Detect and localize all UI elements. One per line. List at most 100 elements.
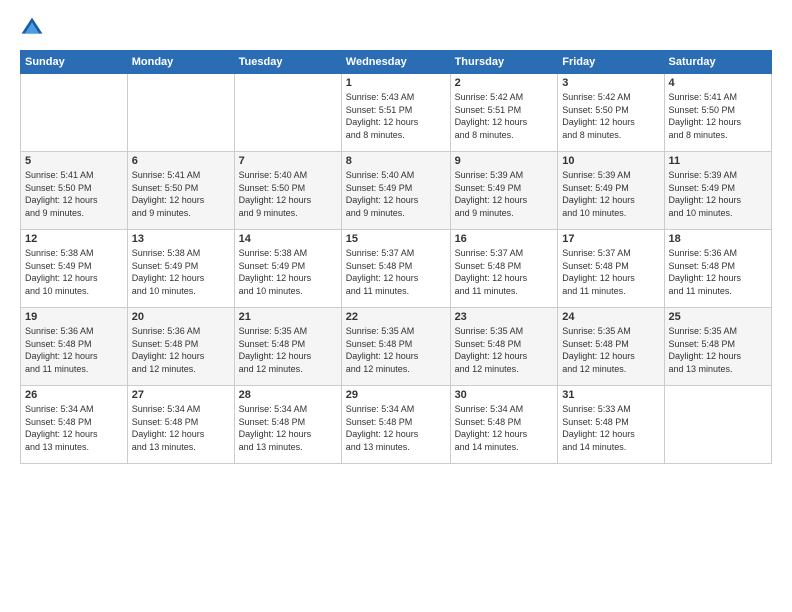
day-number: 14 — [239, 233, 337, 245]
calendar-cell: 1 Sunrise: 5:43 AM Sunset: 5:51 PM Daylig… — [341, 74, 450, 152]
day-info: Sunrise: 5:41 AM Sunset: 5:50 PM Dayligh… — [132, 169, 230, 219]
day-info: Sunrise: 5:37 AM Sunset: 5:48 PM Dayligh… — [455, 247, 554, 297]
logo-icon — [20, 16, 44, 40]
day-info: Sunrise: 5:42 AM Sunset: 5:50 PM Dayligh… — [562, 91, 659, 141]
day-info: Sunrise: 5:38 AM Sunset: 5:49 PM Dayligh… — [239, 247, 337, 297]
day-number: 2 — [455, 77, 554, 89]
day-info: Sunrise: 5:40 AM Sunset: 5:49 PM Dayligh… — [346, 169, 446, 219]
week-row-1: 5 Sunrise: 5:41 AM Sunset: 5:50 PM Daylig… — [21, 152, 772, 230]
day-number: 22 — [346, 311, 446, 323]
calendar-cell: 26Sunrise: 5:34 AM Sunset: 5:48 PM Dayli… — [21, 386, 128, 464]
calendar-cell: 18Sunrise: 5:36 AM Sunset: 5:48 PM Dayli… — [664, 230, 771, 308]
header — [20, 16, 772, 40]
calendar-cell: 8 Sunrise: 5:40 AM Sunset: 5:49 PM Daylig… — [341, 152, 450, 230]
day-info: Sunrise: 5:36 AM Sunset: 5:48 PM Dayligh… — [25, 325, 123, 375]
calendar-cell — [664, 386, 771, 464]
day-info: Sunrise: 5:38 AM Sunset: 5:49 PM Dayligh… — [25, 247, 123, 297]
day-number: 3 — [562, 77, 659, 89]
day-number: 23 — [455, 311, 554, 323]
calendar-cell: 19 Sunrise: 5:36 AM Sunset: 5:48 PM Dayli… — [21, 308, 128, 386]
day-number: 9 — [455, 155, 554, 167]
day-number: 11 — [669, 155, 767, 167]
calendar-cell: 25Sunrise: 5:35 AM Sunset: 5:48 PM Dayli… — [664, 308, 771, 386]
calendar-cell: 17 Sunrise: 5:37 AM Sunset: 5:48 PM Dayli… — [558, 230, 664, 308]
day-header-sunday: Sunday — [21, 51, 128, 74]
day-info: Sunrise: 5:38 AM Sunset: 5:49 PM Dayligh… — [132, 247, 230, 297]
day-number: 20 — [132, 311, 230, 323]
day-info: Sunrise: 5:39 AM Sunset: 5:49 PM Dayligh… — [455, 169, 554, 219]
day-number: 28 — [239, 389, 337, 401]
calendar-cell: 13Sunrise: 5:38 AM Sunset: 5:49 PM Dayli… — [127, 230, 234, 308]
day-number: 16 — [455, 233, 554, 245]
calendar-cell: 9 Sunrise: 5:39 AM Sunset: 5:49 PM Daylig… — [450, 152, 558, 230]
calendar-cell: 24Sunrise: 5:35 AM Sunset: 5:48 PM Dayli… — [558, 308, 664, 386]
day-info: Sunrise: 5:34 AM Sunset: 5:48 PM Dayligh… — [455, 403, 554, 453]
day-number: 24 — [562, 311, 659, 323]
calendar-cell — [127, 74, 234, 152]
day-info: Sunrise: 5:39 AM Sunset: 5:49 PM Dayligh… — [669, 169, 767, 219]
day-info: Sunrise: 5:36 AM Sunset: 5:48 PM Dayligh… — [132, 325, 230, 375]
day-number: 19 — [25, 311, 123, 323]
calendar-cell: 10 Sunrise: 5:39 AM Sunset: 5:49 PM Dayli… — [558, 152, 664, 230]
calendar-cell — [21, 74, 128, 152]
calendar-cell: 2 Sunrise: 5:42 AM Sunset: 5:51 PM Daylig… — [450, 74, 558, 152]
calendar-cell: 14 Sunrise: 5:38 AM Sunset: 5:49 PM Dayli… — [234, 230, 341, 308]
day-number: 15 — [346, 233, 446, 245]
day-info: Sunrise: 5:39 AM Sunset: 5:49 PM Dayligh… — [562, 169, 659, 219]
day-header-friday: Friday — [558, 51, 664, 74]
day-number: 31 — [562, 389, 659, 401]
day-number: 29 — [346, 389, 446, 401]
calendar-cell: 27Sunrise: 5:34 AM Sunset: 5:48 PM Dayli… — [127, 386, 234, 464]
day-header-wednesday: Wednesday — [341, 51, 450, 74]
calendar-cell: 31 Sunrise: 5:33 AM Sunset: 5:48 PM Dayli… — [558, 386, 664, 464]
day-number: 7 — [239, 155, 337, 167]
calendar-cell: 21 Sunrise: 5:35 AM Sunset: 5:48 PM Dayli… — [234, 308, 341, 386]
calendar: SundayMondayTuesdayWednesdayThursdayFrid… — [20, 50, 772, 464]
calendar-cell: 5 Sunrise: 5:41 AM Sunset: 5:50 PM Daylig… — [21, 152, 128, 230]
calendar-cell: 6 Sunrise: 5:41 AM Sunset: 5:50 PM Daylig… — [127, 152, 234, 230]
day-info: Sunrise: 5:35 AM Sunset: 5:48 PM Dayligh… — [346, 325, 446, 375]
day-info: Sunrise: 5:35 AM Sunset: 5:48 PM Dayligh… — [669, 325, 767, 375]
week-row-2: 12 Sunrise: 5:38 AM Sunset: 5:49 PM Dayli… — [21, 230, 772, 308]
day-header-monday: Monday — [127, 51, 234, 74]
calendar-cell: 30 Sunrise: 5:34 AM Sunset: 5:48 PM Dayli… — [450, 386, 558, 464]
day-number: 1 — [346, 77, 446, 89]
day-number: 18 — [669, 233, 767, 245]
calendar-cell: 16 Sunrise: 5:37 AM Sunset: 5:48 PM Dayli… — [450, 230, 558, 308]
day-number: 21 — [239, 311, 337, 323]
day-header-tuesday: Tuesday — [234, 51, 341, 74]
day-info: Sunrise: 5:42 AM Sunset: 5:51 PM Dayligh… — [455, 91, 554, 141]
calendar-cell: 22 Sunrise: 5:35 AM Sunset: 5:48 PM Dayli… — [341, 308, 450, 386]
week-row-4: 26 Sunrise: 5:34 AM Sunset: 5:48 PM Dayli… — [21, 386, 772, 464]
calendar-cell — [234, 74, 341, 152]
calendar-cell: 7Sunrise: 5:40 AM Sunset: 5:50 PM Daylig… — [234, 152, 341, 230]
calendar-cell: 3 Sunrise: 5:42 AM Sunset: 5:50 PM Daylig… — [558, 74, 664, 152]
day-number: 30 — [455, 389, 554, 401]
day-info: Sunrise: 5:37 AM Sunset: 5:48 PM Dayligh… — [346, 247, 446, 297]
day-header-thursday: Thursday — [450, 51, 558, 74]
day-info: Sunrise: 5:34 AM Sunset: 5:48 PM Dayligh… — [346, 403, 446, 453]
calendar-cell: 23 Sunrise: 5:35 AM Sunset: 5:48 PM Dayli… — [450, 308, 558, 386]
day-number: 8 — [346, 155, 446, 167]
day-number: 12 — [25, 233, 123, 245]
logo — [20, 16, 48, 40]
day-number: 4 — [669, 77, 767, 89]
calendar-cell: 12 Sunrise: 5:38 AM Sunset: 5:49 PM Dayli… — [21, 230, 128, 308]
page: SundayMondayTuesdayWednesdayThursdayFrid… — [0, 0, 792, 612]
day-info: Sunrise: 5:43 AM Sunset: 5:51 PM Dayligh… — [346, 91, 446, 141]
day-number: 26 — [25, 389, 123, 401]
day-info: Sunrise: 5:33 AM Sunset: 5:48 PM Dayligh… — [562, 403, 659, 453]
calendar-header-row: SundayMondayTuesdayWednesdayThursdayFrid… — [21, 51, 772, 74]
calendar-cell: 15 Sunrise: 5:37 AM Sunset: 5:48 PM Dayli… — [341, 230, 450, 308]
day-number: 17 — [562, 233, 659, 245]
day-number: 5 — [25, 155, 123, 167]
day-number: 6 — [132, 155, 230, 167]
day-info: Sunrise: 5:35 AM Sunset: 5:48 PM Dayligh… — [455, 325, 554, 375]
day-info: Sunrise: 5:41 AM Sunset: 5:50 PM Dayligh… — [669, 91, 767, 141]
calendar-cell: 4 Sunrise: 5:41 AM Sunset: 5:50 PM Daylig… — [664, 74, 771, 152]
day-info: Sunrise: 5:37 AM Sunset: 5:48 PM Dayligh… — [562, 247, 659, 297]
day-number: 10 — [562, 155, 659, 167]
day-info: Sunrise: 5:35 AM Sunset: 5:48 PM Dayligh… — [239, 325, 337, 375]
day-info: Sunrise: 5:41 AM Sunset: 5:50 PM Dayligh… — [25, 169, 123, 219]
calendar-cell: 20 Sunrise: 5:36 AM Sunset: 5:48 PM Dayli… — [127, 308, 234, 386]
